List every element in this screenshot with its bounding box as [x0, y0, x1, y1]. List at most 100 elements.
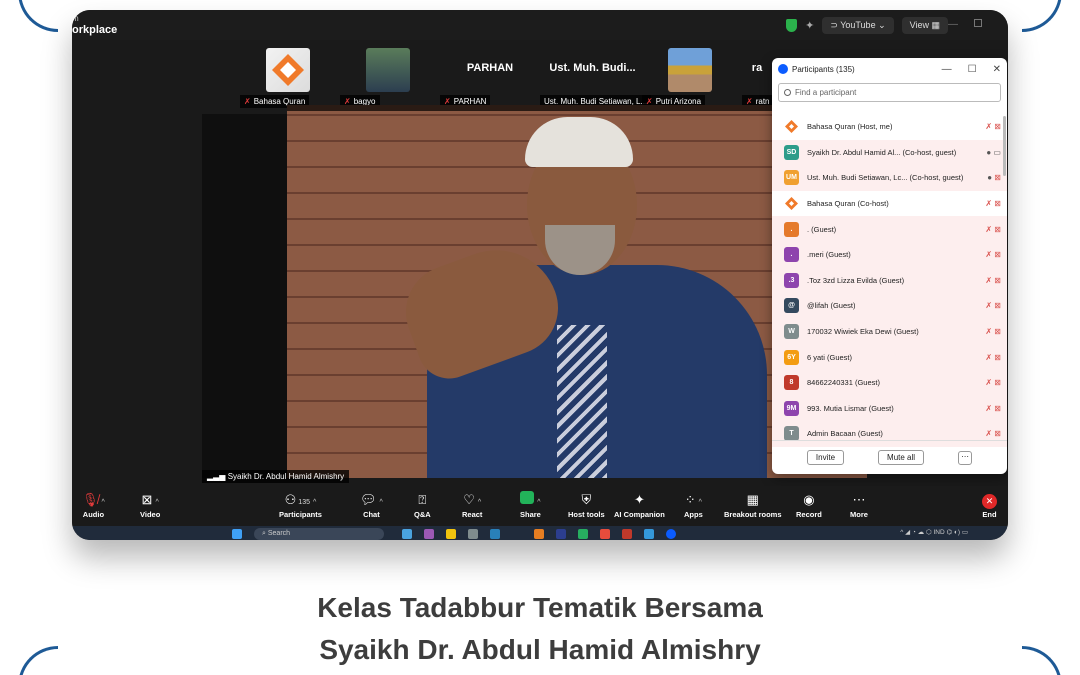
shield-icon: ⛨ [581, 492, 592, 507]
vscode-icon[interactable] [644, 529, 654, 539]
chevron-up-icon: ^ [312, 499, 317, 506]
popout-icon[interactable]: ☐ [968, 64, 977, 75]
participants-button[interactable]: ⚇ 135 ^ Participants [279, 490, 322, 519]
record-button[interactable]: ◉ Record [796, 490, 822, 519]
bahasa-quran-logo [266, 48, 310, 92]
illustrator-icon[interactable] [534, 529, 544, 539]
participant-avatar: 9M [784, 400, 799, 416]
share-screen-icon [520, 491, 535, 504]
qa-button[interactable]: ⍰ Q&A [414, 490, 431, 519]
taskbar-search-input[interactable]: ⌕ Search [254, 528, 384, 540]
windows-start-icon[interactable] [232, 529, 242, 539]
gallery-tile[interactable]: ✗ Bahasa Quran [240, 48, 340, 110]
mic-video-muted-icons[interactable]: ✗ ⊠ [985, 225, 1001, 234]
participant-search-input[interactable]: Find a participant [778, 83, 1001, 102]
participant-row[interactable]: . .meri (Guest) ✗ ⊠ [772, 241, 1007, 268]
gallery-tile[interactable]: Ust. Muh. Budi... Ust. Muh. Budi Setiawa… [540, 48, 652, 110]
mic-video-muted-icons[interactable]: ✗ ⊠ [985, 301, 1001, 310]
zoom-icon [778, 64, 788, 74]
mic-video-muted-icons[interactable]: ✗ ⊠ [985, 122, 1001, 131]
view-button[interactable]: View ▦ [901, 17, 948, 34]
participant-row[interactable]: SD Syaikh Dr. Abdul Hamid Al... (Co-host… [772, 139, 1007, 166]
chat-button[interactable]: 💬︎ ^ Chat [360, 490, 383, 519]
sparkle-icon[interactable]: ✦ [805, 19, 814, 32]
participant-avatar: . [784, 247, 799, 263]
minimize-icon[interactable]: — [942, 64, 952, 75]
apps-button[interactable]: ⁘ ^ Apps [684, 490, 703, 519]
chrome-icon[interactable] [600, 529, 610, 539]
participant-row[interactable]: @ @lifah (Guest) ✗ ⊠ [772, 293, 1007, 319]
video-button[interactable]: ⊠ ^ Video [140, 490, 160, 519]
participant-row[interactable]: 9M 993. Mutia Lismar (Guest) ✗ ⊠ [772, 395, 1007, 422]
heart-icon: ♡ [463, 492, 475, 507]
participant-row[interactable]: Bahasa Quran (Host, me) ✗ ⊠ [772, 114, 1007, 140]
shield-icon[interactable] [786, 19, 798, 32]
system-tray[interactable]: ^ ◢ ◔ ☁ ⬡ IND ⌬ ◐) ▭ [900, 528, 968, 536]
maximize-icon[interactable] [974, 19, 982, 27]
record-icon: ◉ [803, 492, 815, 507]
app-icon[interactable] [490, 529, 500, 539]
app-icon[interactable] [622, 529, 632, 539]
participant-avatar: 8 [784, 375, 799, 391]
breakout-grid-icon: ▦ [746, 492, 759, 507]
participant-row[interactable]: 6Y 6 yati (Guest) ✗ ⊠ [772, 344, 1007, 370]
end-meeting-button[interactable]: ✕ End [982, 490, 997, 519]
participant-row[interactable]: .3 .Toz 3zd Lizza Evilda (Guest) ✗ ⊠ [772, 267, 1007, 294]
mic-video-on-icons[interactable]: ● ▭ [986, 148, 1001, 157]
breakout-rooms-button[interactable]: ▦ Breakout rooms [724, 490, 782, 519]
close-icon[interactable]: ✕ [993, 64, 1001, 75]
app-icon[interactable] [402, 529, 412, 539]
participant-avatar: .3 [784, 272, 799, 288]
decor-bracket-top-right [1022, 0, 1062, 32]
photoshop-icon[interactable] [556, 529, 566, 539]
participants-footer: Invite Mute all ··· [772, 440, 1007, 474]
participant-list-scrollbar[interactable] [1003, 116, 1006, 176]
chevron-up-icon: ^ [379, 499, 383, 506]
more-options-button[interactable]: ··· [958, 450, 973, 465]
app-icon[interactable] [424, 529, 434, 539]
participant-row[interactable]: W 170032 Wiwiek Eka Dewi (Guest) ✗ ⊠ [772, 318, 1007, 345]
participants-panel: Participants (135) — ☐ ✕ Find a particip… [772, 58, 1007, 474]
mic-video-muted-icons[interactable]: ✗ ⊠ [985, 327, 1001, 336]
participant-row[interactable]: Bahasa Quran (Co-host) ✗ ⊠ [772, 191, 1007, 217]
app-icon[interactable] [468, 529, 478, 539]
mic-video-muted-icons[interactable]: ✗ ⊠ [985, 429, 1001, 438]
ai-companion-button[interactable]: ✦ AI Companion [614, 490, 665, 519]
mic-video-muted-icons[interactable]: ✗ ⊠ [985, 250, 1001, 259]
mic-video-muted-icons[interactable]: ✗ ⊠ [985, 353, 1001, 362]
mute-all-button[interactable]: Mute all [878, 450, 925, 465]
chevron-up-icon: ^ [698, 499, 702, 506]
host-tools-button[interactable]: ⛨ Host tools [568, 490, 605, 519]
caption-line-2: Syaikh Dr. Abdul Hamid Almishry [319, 634, 761, 665]
mic-video-muted-icons[interactable]: ✗ ⊠ [985, 378, 1001, 387]
share-button[interactable]: ^ Share [520, 490, 541, 519]
gallery-tile[interactable]: ✗ bagyo [340, 48, 440, 110]
meeting-toolbar: 🎙︎̸ ^ Audio ⊠ ^ Video ⚇ 135 ^ Participants 💬… [72, 486, 1008, 526]
react-button[interactable]: ♡ ^ React [462, 490, 482, 519]
mic-muted-icon: 🎙︎̸ [82, 492, 99, 507]
audio-button[interactable]: 🎙︎̸ ^ Audio [82, 490, 105, 519]
chevron-up-icon: ^ [101, 499, 105, 506]
participant-row[interactable]: 8 84662240331 (Guest) ✗ ⊠ [772, 369, 1007, 396]
minimize-icon[interactable]: — [948, 19, 958, 30]
participant-avatar: @ [784, 298, 799, 314]
mic-video-muted-icons[interactable]: ✗ ⊠ [985, 199, 1001, 208]
participant-row[interactable]: UM Ust. Muh. Budi Setiawan, Lc... (Co-ho… [772, 165, 1007, 191]
mic-video-muted-icons[interactable]: ✗ ⊠ [985, 276, 1001, 285]
youtube-stream-button[interactable]: ⊃ YouTube ⌄ [822, 17, 894, 34]
mic-video-muted-icons[interactable]: ✗ ⊠ [985, 404, 1001, 413]
chevron-up-icon: ^ [155, 499, 159, 506]
folder-icon[interactable] [446, 529, 456, 539]
speaker-name-label: ▂▃▅ Syaikh Dr. Abdul Hamid Almishry [202, 470, 350, 483]
participants-header: Participants (135) — ☐ ✕ [772, 58, 1007, 80]
mic-video-icons[interactable]: ● ⊠ [987, 173, 1001, 182]
zoom-icon[interactable] [666, 529, 676, 539]
participant-row[interactable]: . . (Guest) ✗ ⊠ [772, 216, 1007, 242]
gallery-tile[interactable]: ra ✗ ratn [742, 48, 774, 110]
whatsapp-icon[interactable] [578, 529, 588, 539]
more-button[interactable]: ⋯ More [850, 490, 868, 519]
gallery-tile[interactable]: PARHAN ✗ PARHAN [440, 48, 540, 110]
participant-list: Bahasa Quran (Host, me) ✗ ⊠ SD Syaikh Dr… [772, 114, 1007, 447]
gallery-tile[interactable]: ✗ Putri Arizona [642, 48, 742, 110]
invite-button[interactable]: Invite [806, 450, 845, 465]
